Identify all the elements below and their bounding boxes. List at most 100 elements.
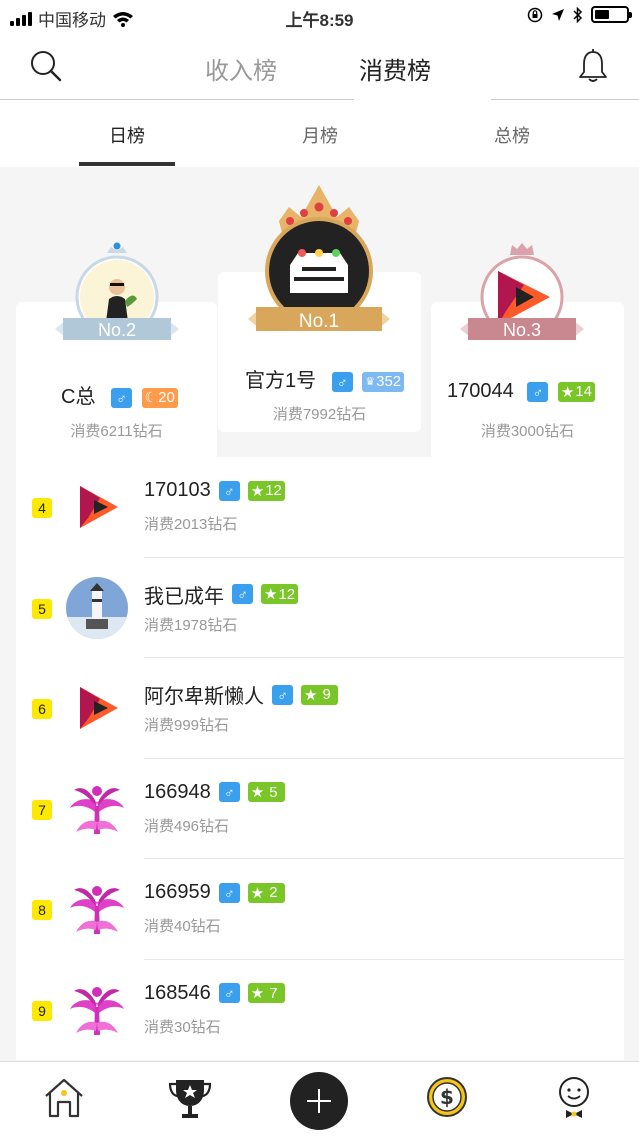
user-name-row: 166948 ♂ ★ 5 xyxy=(144,781,285,804)
tab-total[interactable]: 总榜 xyxy=(494,122,530,148)
rank-badge: 6 xyxy=(32,699,52,719)
crown-icon: ♛ xyxy=(365,376,376,389)
level-badge: ★ 7 xyxy=(247,983,285,1003)
user-name-row: 我已成年 ♂ ★ 12 xyxy=(144,580,299,609)
user-name-row: 168546 ♂ ★ 7 xyxy=(144,982,285,1005)
user-avatar[interactable] xyxy=(66,476,128,538)
search-icon[interactable] xyxy=(30,50,62,82)
user-spent: 消费2013钻石 xyxy=(144,516,238,533)
user-spent: 消费30钻石 xyxy=(144,1018,221,1036)
battery-icon xyxy=(591,6,632,23)
second-place-avatar-frame[interactable]: No.2 xyxy=(45,241,190,356)
male-icon: ♂ xyxy=(527,381,549,402)
profile-icon[interactable] xyxy=(556,1076,592,1120)
active-tab-indicator xyxy=(79,162,175,166)
second-rank-label: No.2 xyxy=(98,320,136,340)
tab-daily[interactable]: 日榜 xyxy=(109,122,145,148)
moon-icon: ☾ xyxy=(144,389,158,406)
user-name-row: 166959 ♂ ★ 2 xyxy=(144,881,285,904)
first-rank-label: No.1 xyxy=(299,311,339,332)
user-name-row: 阿尔卑斯懒人 ♂ ★ 9 xyxy=(144,680,338,709)
user-spent: 消费1978钻石 xyxy=(144,616,238,634)
ranking-row[interactable]: 9 168546 ♂ ★ 7 消费30钻石 xyxy=(16,960,624,1061)
level-badge: ★ 12 xyxy=(247,480,285,501)
male-icon: ♂ xyxy=(218,782,240,802)
location-icon xyxy=(552,8,564,21)
user-avatar[interactable] xyxy=(66,878,128,940)
user-spent: 消费40钻石 xyxy=(144,918,221,935)
period-tabs: 日榜 月榜 总榜 xyxy=(0,100,639,167)
first-place-spent: 消费7992钻石 xyxy=(272,406,367,423)
user-name: 166948 xyxy=(144,780,211,803)
status-bar: 中国移动 上午8:59 xyxy=(0,0,639,34)
second-place-name-row: C总 ♂ ☾ 20 xyxy=(61,380,178,409)
rank-badge: 4 xyxy=(32,498,52,518)
add-icon[interactable] xyxy=(290,1072,348,1130)
user-name: 168546 xyxy=(144,981,211,1004)
ranking-row[interactable]: 8 166959 ♂ ★ 2 消费40钻石 xyxy=(16,859,624,960)
ranking-row[interactable]: 4 170103 ♂ ★ 12 消费2013钻石 xyxy=(16,457,624,558)
second-place-spent: 消费6211钻石 xyxy=(70,423,163,440)
first-place-level-badge: ♛ 352 xyxy=(362,371,405,392)
level-badge: ★ 9 xyxy=(301,684,338,705)
third-rank-label: No.3 xyxy=(503,320,541,340)
level-badge: ★ 5 xyxy=(247,782,285,802)
male-icon: ♂ xyxy=(272,684,293,705)
user-name: 我已成年 xyxy=(144,585,224,608)
bottom-navigation: $ xyxy=(0,1061,639,1136)
user-avatar[interactable] xyxy=(66,677,128,739)
status-right xyxy=(527,6,632,23)
male-icon: ♂ xyxy=(111,387,133,408)
ranking-row[interactable]: 6 阿尔卑斯懒人 ♂ ★ 9 消费999钻石 xyxy=(16,658,624,759)
user-avatar[interactable] xyxy=(66,978,128,1041)
third-place-avatar-frame[interactable]: No.3 xyxy=(450,241,595,356)
ranking-row[interactable]: 7 166948 ♂ ★ 5 消费496钻石 xyxy=(16,759,624,859)
star-icon: ★ xyxy=(304,686,318,704)
user-avatar[interactable] xyxy=(66,777,128,840)
male-icon: ♂ xyxy=(218,983,240,1003)
svg-text:$: $ xyxy=(440,1085,454,1109)
home-icon[interactable] xyxy=(42,1076,86,1120)
ranking-row[interactable]: 5 我已成年 ♂ ★ 12 消费1978钻石 xyxy=(16,558,624,658)
user-name: 170103 xyxy=(144,479,211,501)
tab-income-ranking[interactable]: 收入榜 xyxy=(205,51,277,86)
rank-badge: 8 xyxy=(32,900,52,920)
male-icon: ♂ xyxy=(218,882,240,903)
trophy-icon[interactable] xyxy=(168,1076,212,1120)
money-icon[interactable]: $ xyxy=(426,1076,468,1118)
first-place-name: 官方1号 xyxy=(245,370,317,392)
star-icon: ★ xyxy=(250,482,265,500)
first-place-avatar-frame[interactable]: No.1 xyxy=(246,183,392,339)
rank-badge: 9 xyxy=(32,1000,52,1021)
user-name: 阿尔卑斯懒人 xyxy=(144,686,264,708)
second-place-name: C总 xyxy=(61,386,96,408)
user-name-row: 170103 ♂ ★ 12 xyxy=(144,479,285,502)
first-place-name-row: 官方1号 ♂ ♛ 352 xyxy=(245,364,405,393)
star-icon: ★ xyxy=(264,586,278,603)
third-place-level-badge: ★ 14 xyxy=(557,381,596,402)
user-avatar[interactable] xyxy=(66,576,128,639)
tab-spend-ranking[interactable]: 消费榜 xyxy=(359,51,431,86)
rank-badge: 5 xyxy=(32,598,52,619)
male-icon: ♂ xyxy=(232,584,253,604)
male-icon: ♂ xyxy=(331,371,353,392)
top-three-podium: No.2 No.1 No.3 官方1号 ♂ ♛ 352 消费7992钻石 C总 … xyxy=(0,167,639,460)
third-place-name-row: 170044 ♂ ★ 14 xyxy=(447,380,596,403)
third-place-name: 170044 xyxy=(447,380,514,402)
rank-badge: 7 xyxy=(32,799,52,820)
third-place-spent: 消费3000钻石 xyxy=(480,423,575,440)
star-icon: ★ xyxy=(250,884,265,902)
user-spent: 消费999钻石 xyxy=(144,717,230,734)
level-badge: ★ 2 xyxy=(247,882,285,903)
tab-monthly[interactable]: 月榜 xyxy=(302,122,338,148)
user-name: 166959 xyxy=(144,881,211,903)
orientation-lock-icon xyxy=(527,7,543,22)
bell-icon[interactable] xyxy=(577,48,609,84)
male-icon: ♂ xyxy=(218,480,240,501)
level-badge: ★ 12 xyxy=(261,584,299,604)
bluetooth-icon xyxy=(573,6,583,23)
user-spent: 消费496钻石 xyxy=(144,817,230,835)
ranking-list: 4 170103 ♂ ★ 12 消费2013钻石 5 我已成年 ♂ ★ 12 消费1… xyxy=(16,457,624,1060)
second-place-level-badge: ☾ 20 xyxy=(141,387,178,408)
star-icon: ★ xyxy=(250,985,265,1002)
